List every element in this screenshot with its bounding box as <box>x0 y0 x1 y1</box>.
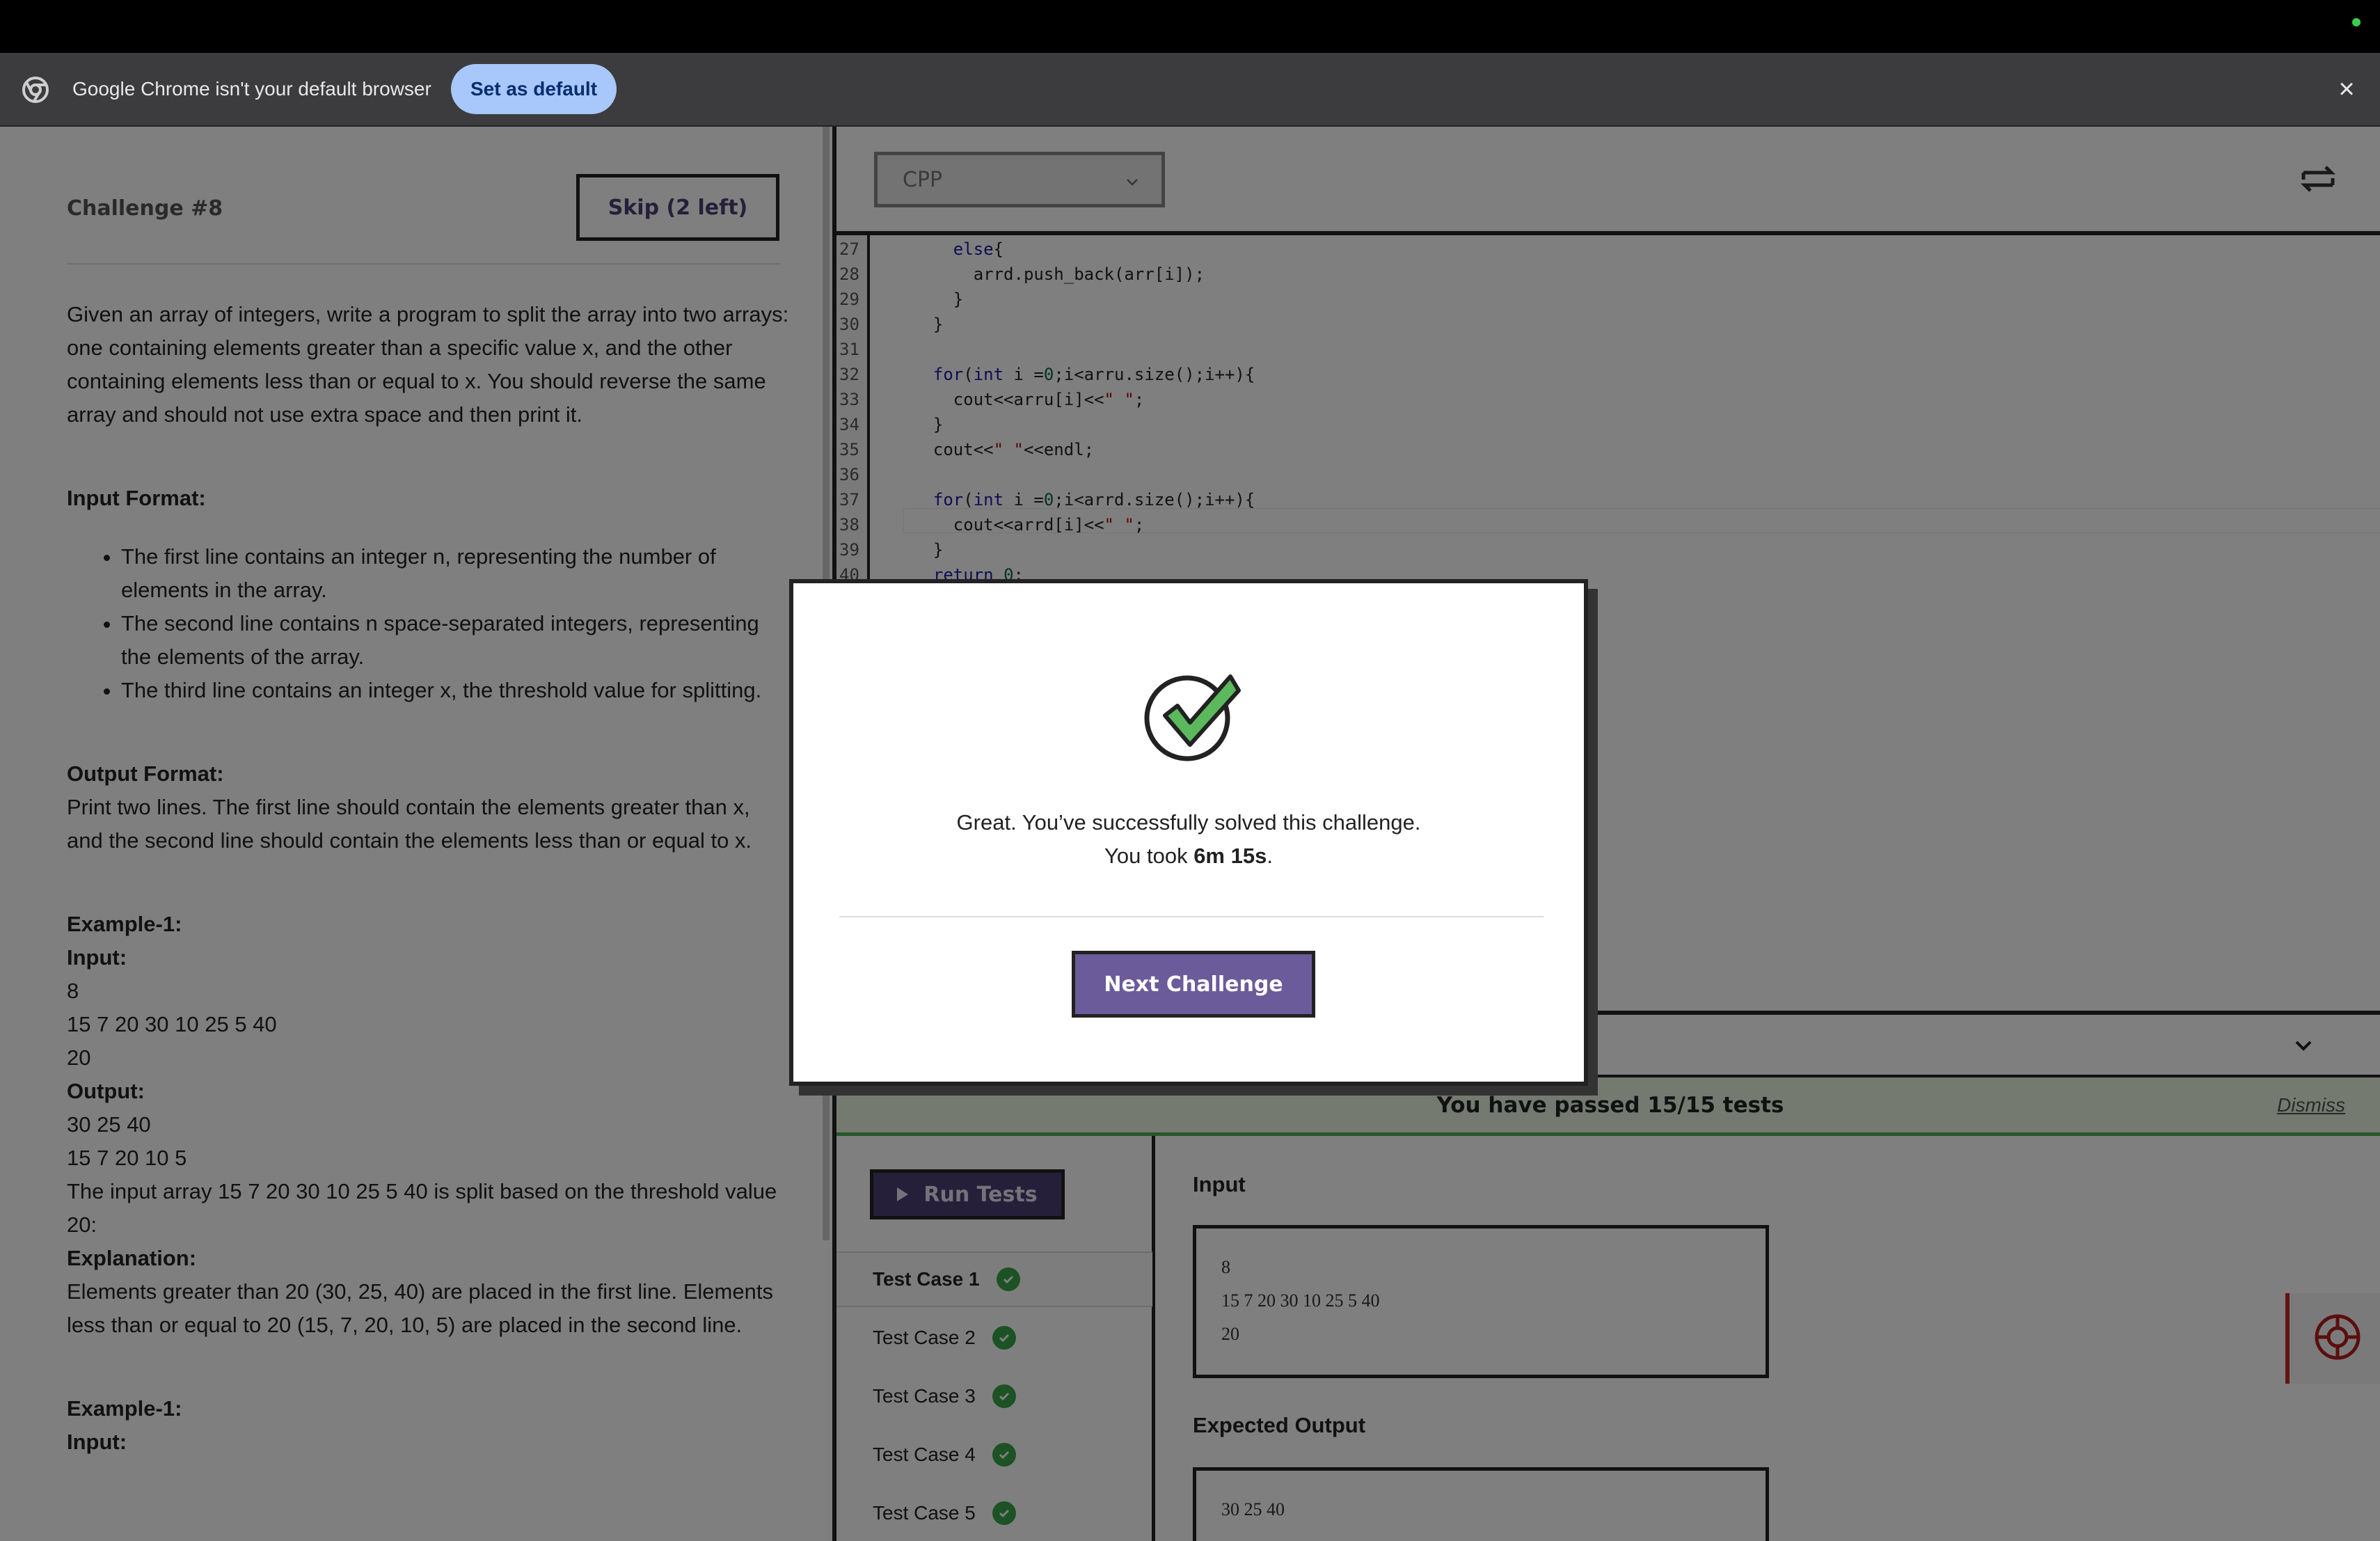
time-taken-line: You took 6m 15s. <box>793 839 1584 873</box>
success-check-icon <box>1144 674 1241 761</box>
close-icon[interactable]: × <box>2333 75 2361 103</box>
time-taken: 6m 15s <box>1193 844 1267 868</box>
success-line: Great. You’ve successfully solved this c… <box>956 810 1421 835</box>
next-challenge-button[interactable]: Next Challenge <box>1072 951 1315 1018</box>
system-top-strip <box>0 0 2380 53</box>
time-suffix: . <box>1267 844 1273 868</box>
chrome-icon <box>22 77 49 103</box>
status-dot-icon <box>2352 18 2361 26</box>
divider <box>839 916 1544 917</box>
success-modal: Great. You’ve successfully solved this c… <box>789 579 1588 1086</box>
set-as-default-button[interactable]: Set as default <box>451 64 617 114</box>
infobar-message: Google Chrome isn't your default browser <box>72 78 431 100</box>
success-message: Great. You’ve successfully solved this c… <box>793 806 1584 873</box>
time-prefix: You took <box>1104 844 1194 868</box>
default-browser-infobar: Google Chrome isn't your default browser… <box>0 53 2380 127</box>
